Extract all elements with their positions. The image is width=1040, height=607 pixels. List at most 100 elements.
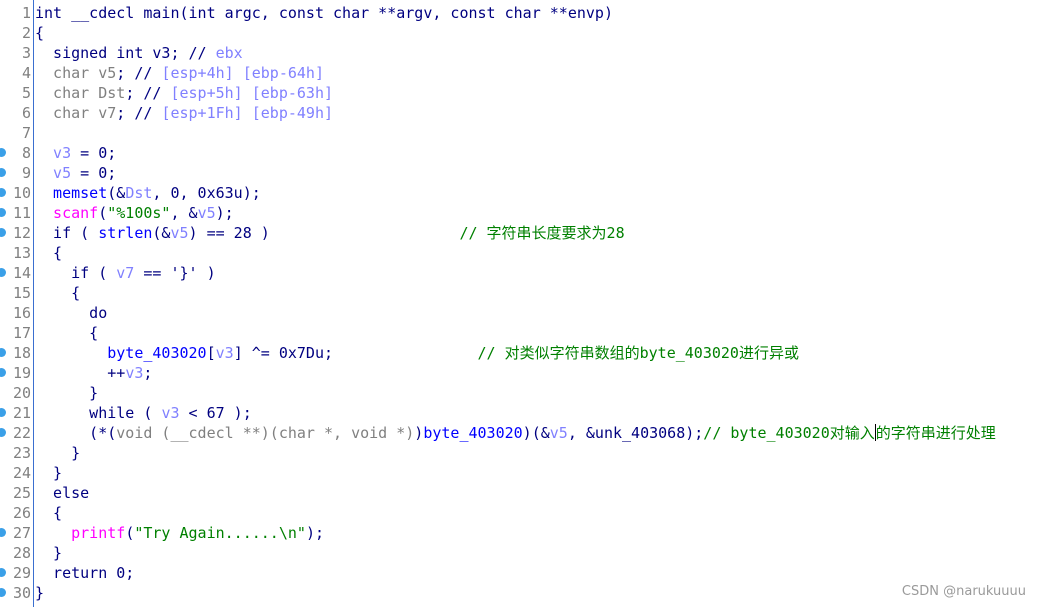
code-line[interactable]: 30} [0, 583, 1040, 603]
code-line[interactable]: 28 } [0, 543, 1040, 563]
code-token: ++ [35, 364, 126, 382]
code-line[interactable]: 24 } [0, 463, 1040, 483]
code-line[interactable]: 12 if ( strlen(&v5) == 28 ) // 字符串长度要求为2… [0, 223, 1040, 243]
code-token: ; // [125, 84, 171, 102]
variable-token: v3 [35, 144, 72, 162]
code-token: do [35, 304, 108, 322]
type-token: char Dst [35, 84, 126, 102]
variable-token: [esp+1Fh] [ebp-49h] [161, 104, 334, 122]
code-line[interactable]: 5 char Dst; // [esp+5h] [ebp-63h] [0, 83, 1040, 103]
variable-token: v5 [170, 224, 189, 242]
line-code: { [35, 503, 62, 523]
code-line[interactable]: 10 memset(&Dst, 0, 0x63u); [0, 183, 1040, 203]
variable-token: v5 [549, 424, 568, 442]
line-code: { [35, 323, 98, 343]
code-line[interactable]: 18 byte_403020[v3] ^= 0x7Du; // 对类似字符串数组… [0, 343, 1040, 363]
code-token: = 0; [71, 164, 117, 182]
code-token: ] ^= 0x7Du; [233, 344, 478, 362]
code-line[interactable]: 22 (*(void (__cdecl **)(char *, void *))… [0, 423, 1040, 443]
variable-token: v5 [197, 204, 216, 222]
code-line[interactable]: 29 return 0; [0, 563, 1040, 583]
code-token: } [35, 584, 45, 602]
line-code: } [35, 443, 80, 463]
code-comment: // 字符串长度要求为28 [459, 224, 625, 242]
line-number: 21 [12, 404, 31, 422]
code-line[interactable]: 21 while ( v3 < 67 ); [0, 403, 1040, 423]
code-line[interactable]: 25 else [0, 483, 1040, 503]
code-line[interactable]: 15 { [0, 283, 1040, 303]
code-line[interactable]: 3 signed int v3; // ebx [0, 43, 1040, 63]
code-token: { [35, 324, 99, 342]
line-code: { [35, 243, 62, 263]
code-line[interactable]: 1 int __cdecl main(int argc, const char *… [0, 3, 1040, 23]
watermark: CSDN @narukuuuu [901, 584, 1026, 599]
code-token: { [35, 284, 81, 302]
function-token: byte_403020 [35, 344, 207, 362]
function-token: strlen [98, 224, 153, 242]
line-code: ++v3; [35, 363, 152, 383]
code-line[interactable]: 8 v3 = 0; [0, 143, 1040, 163]
code-line[interactable]: 11 scanf("%100s", &v5); [0, 203, 1040, 223]
line-code: char v7; // [esp+1Fh] [ebp-49h] [35, 103, 333, 123]
code-token: )(& [522, 424, 550, 442]
code-line[interactable]: 9 v5 = 0; [0, 163, 1040, 183]
line-number: 13 [12, 244, 31, 262]
line-code: } [35, 383, 98, 403]
code-line[interactable]: 14 if ( v7 == '}' ) [0, 263, 1040, 283]
line-number: 4 [21, 64, 31, 82]
code-token: ; // [116, 64, 162, 82]
line-number: 19 [12, 364, 31, 382]
code-token: } [35, 384, 99, 402]
type-token: char v5 [35, 64, 117, 82]
code-line[interactable]: 7 [0, 123, 1040, 143]
variable-token: v3 [215, 344, 234, 362]
import-function-token: printf [35, 524, 126, 542]
function-token: memset [35, 184, 108, 202]
line-number: 12 [12, 224, 31, 242]
line-code: char Dst; // [esp+5h] [ebp-63h] [35, 83, 333, 103]
code-line[interactable]: 17 { [0, 323, 1040, 343]
line-code: { [35, 23, 44, 43]
line-number: 14 [12, 264, 31, 282]
line-number: 1 [21, 4, 31, 22]
code-line[interactable]: 16 do [0, 303, 1040, 323]
code-token: if ( [35, 264, 117, 282]
code-line[interactable]: 2{ [0, 23, 1040, 43]
code-token: , 0, 0x63u); [152, 184, 261, 202]
code-line[interactable]: 6 char v7; // [esp+1Fh] [ebp-49h] [0, 103, 1040, 123]
code-line[interactable]: 27 printf("Try Again......\n"); [0, 523, 1040, 543]
code-token: signed int v3; // [35, 44, 216, 62]
line-number: 20 [12, 384, 31, 402]
code-token: if ( [35, 224, 99, 242]
code-line[interactable]: 23 } [0, 443, 1040, 463]
code-line[interactable]: 26 { [0, 503, 1040, 523]
code-line[interactable]: 20 } [0, 383, 1040, 403]
code-line[interactable]: 13 { [0, 243, 1040, 263]
code-token: (& [152, 224, 171, 242]
line-code: } [35, 583, 44, 603]
line-number: 24 [12, 464, 31, 482]
line-code: memset(&Dst, 0, 0x63u); [35, 183, 261, 203]
code-token: { [35, 504, 63, 522]
code-token: = 0; [71, 144, 117, 162]
pseudocode-view[interactable]: 1 int __cdecl main(int argc, const char *… [0, 3, 1040, 603]
line-code: } [35, 463, 62, 483]
line-number: 2 [21, 24, 31, 42]
variable-token: v3 [161, 404, 180, 422]
line-number: 26 [12, 504, 31, 522]
import-function-token: scanf [35, 204, 99, 222]
line-number: 5 [21, 84, 31, 102]
variable-token: v3 [125, 364, 144, 382]
variable-token: v5 [35, 164, 72, 182]
code-token: [ [206, 344, 216, 362]
code-line[interactable]: 19 ++v3; [0, 363, 1040, 383]
code-token: } [35, 544, 63, 562]
line-code: while ( v3 < 67 ); [35, 403, 252, 423]
code-line[interactable]: 4 char v5; // [esp+4h] [ebp-64h] [0, 63, 1040, 83]
line-number: 23 [12, 444, 31, 462]
code-token: else [35, 484, 90, 502]
line-number: 7 [21, 124, 31, 142]
code-token: { [35, 24, 45, 42]
line-code: v5 = 0; [35, 163, 116, 183]
line-number: 29 [12, 564, 31, 582]
